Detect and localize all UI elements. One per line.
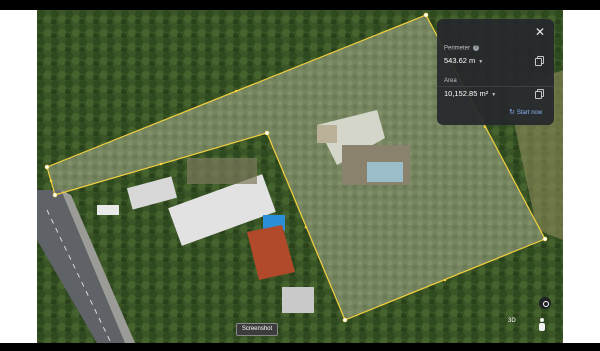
area-value-row[interactable]: 10,152.85 m² ▼ — [444, 89, 496, 98]
perimeter-value-row[interactable]: 543.62 m ▼ — [444, 56, 483, 65]
start-now-label: Start now — [516, 110, 543, 116]
area-label: Area — [444, 78, 457, 84]
copy-perimeter-icon[interactable] — [535, 56, 544, 66]
panel-divider — [437, 86, 554, 87]
refresh-icon: ↻ — [509, 109, 515, 116]
compass-icon[interactable] — [539, 297, 551, 309]
top-black-bar — [0, 0, 600, 10]
bottom-black-bar — [0, 343, 600, 351]
3d-toggle-button[interactable]: 3D — [508, 318, 516, 324]
area-value: 10,152.85 m² — [444, 89, 489, 98]
measure-distance-panel: ✕ Perimeter? 543.62 m ▼ Area 10,152.85 m²… — [437, 19, 554, 125]
copy-area-icon[interactable] — [535, 89, 544, 99]
perimeter-label-row: Perimeter? — [444, 45, 480, 52]
close-icon[interactable]: ✕ — [535, 25, 545, 39]
info-icon[interactable]: ? — [473, 45, 480, 51]
pegman-icon[interactable] — [538, 318, 546, 332]
screenshot-tooltip: Screenshot — [236, 323, 278, 336]
chevron-down-icon[interactable]: ▼ — [478, 59, 483, 65]
perimeter-label: Perimeter — [444, 45, 471, 52]
chevron-down-icon[interactable]: ▼ — [491, 92, 496, 98]
start-now-button[interactable]: ↻ Start now — [509, 108, 542, 116]
perimeter-value: 543.62 m — [444, 56, 476, 65]
